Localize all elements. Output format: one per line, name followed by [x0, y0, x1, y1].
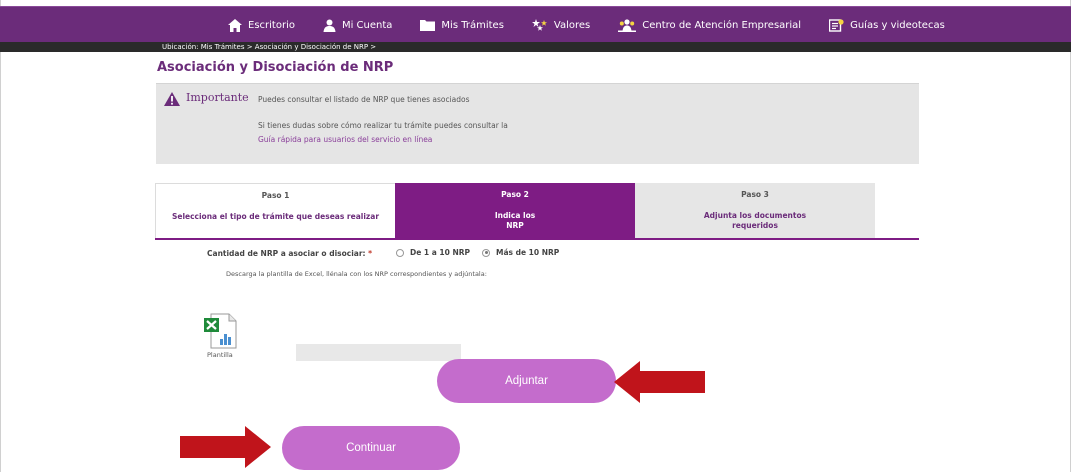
download-instructions: Descarga la plantilla de Excel, llénala … [226, 270, 487, 278]
radio-label: De 1 a 10 NRP [410, 248, 471, 257]
folder-icon [420, 20, 436, 31]
file-path-field[interactable] [296, 344, 461, 361]
breadcrumb-bar: Ubicación: Mis Trámites > Asociación y D… [0, 42, 1071, 52]
nav-item-mis-tramites[interactable]: Mis Trámites [420, 19, 504, 31]
step-description-line: Indica los [494, 211, 536, 220]
page-title: Asociación y Disociación de NRP [157, 60, 394, 75]
step-1: Paso 1 Selecciona el tipo de trámite que… [155, 183, 395, 238]
arrow-right-icon [180, 426, 271, 468]
nav-item-label: Centro de Atención Empresarial [642, 19, 802, 31]
excel-template-icon[interactable] [203, 313, 237, 349]
step-description: Adjunta los documentos requeridos [635, 211, 875, 231]
radio-option-1-10[interactable]: De 1 a 10 NRP [396, 248, 470, 257]
nav-item-valores[interactable]: Valores [531, 18, 591, 32]
step-description-line: Adjunta los documentos [703, 211, 807, 220]
nav-item-label: Escritorio [248, 19, 295, 31]
important-text-1: Puedes consultar el listado de NRP que t… [258, 95, 470, 104]
nav-item-centro-atencion[interactable]: Centro de Atención Empresarial [618, 18, 802, 32]
required-mark: * [368, 249, 373, 258]
guide-icon [829, 18, 844, 32]
quantity-label-text: Cantidad de NRP a asociar o disociar: [207, 249, 366, 258]
guide-link[interactable]: Guía rápida para usuarios del servicio e… [258, 135, 432, 144]
breadcrumb: Ubicación: Mis Trámites > Asociación y D… [162, 43, 377, 51]
top-navigation: Escritorio Mi Cuenta Mis Trámites Valore… [0, 6, 1071, 42]
radio-option-more-10[interactable]: Más de 10 NRP [482, 248, 559, 257]
arrow-left-icon [614, 361, 705, 403]
nav-item-mi-cuenta[interactable]: Mi Cuenta [323, 19, 392, 32]
user-icon [323, 19, 336, 32]
nav-item-label: Guías y videotecas [850, 19, 945, 31]
radio-button[interactable] [396, 248, 404, 257]
step-description-line: NRP [506, 221, 524, 230]
important-text-2: Si tienes dudas sobre cómo realizar tu t… [258, 121, 508, 130]
nav-item-guias[interactable]: Guías y videotecas [829, 18, 945, 32]
step-number: Paso 1 [261, 191, 290, 200]
step-number: Paso 2 [501, 190, 529, 199]
nav-items: Escritorio Mi Cuenta Mis Trámites Valore… [228, 7, 973, 43]
step-description: Indica los NRP [395, 211, 635, 231]
radio-button-selected[interactable] [482, 248, 490, 257]
nav-item-label: Mis Trámites [441, 19, 504, 31]
important-title: Importante [186, 91, 249, 104]
template-label: Plantilla [207, 351, 233, 359]
stars-icon [531, 18, 547, 31]
nav-item-label: Mi Cuenta [341, 19, 393, 31]
steps-wizard: Paso 1 Selecciona el tipo de trámite que… [155, 183, 875, 238]
adjuntar-button[interactable]: Adjuntar [437, 359, 616, 403]
radio-label: Más de 10 NRP [496, 248, 560, 257]
step-number: Paso 3 [741, 190, 769, 199]
important-notice: Importante Puedes consultar el listado d… [156, 83, 919, 164]
steps-underline [155, 238, 919, 240]
quantity-label: Cantidad de NRP a asociar o disociar: * [207, 249, 372, 258]
home-icon [228, 18, 242, 32]
nav-item-escritorio[interactable]: Escritorio [228, 18, 295, 32]
step-description: Selecciona el tipo de trámite que deseas… [171, 212, 380, 221]
step-3: Paso 3 Adjunta los documentos requeridos [635, 183, 875, 238]
step-description-line: requeridos [732, 221, 778, 230]
continuar-button[interactable]: Continuar [282, 426, 460, 470]
warning-icon [164, 92, 180, 106]
step-2: Paso 2 Indica los NRP [395, 183, 635, 238]
people-icon [618, 18, 637, 32]
nav-item-label: Valores [553, 19, 591, 31]
